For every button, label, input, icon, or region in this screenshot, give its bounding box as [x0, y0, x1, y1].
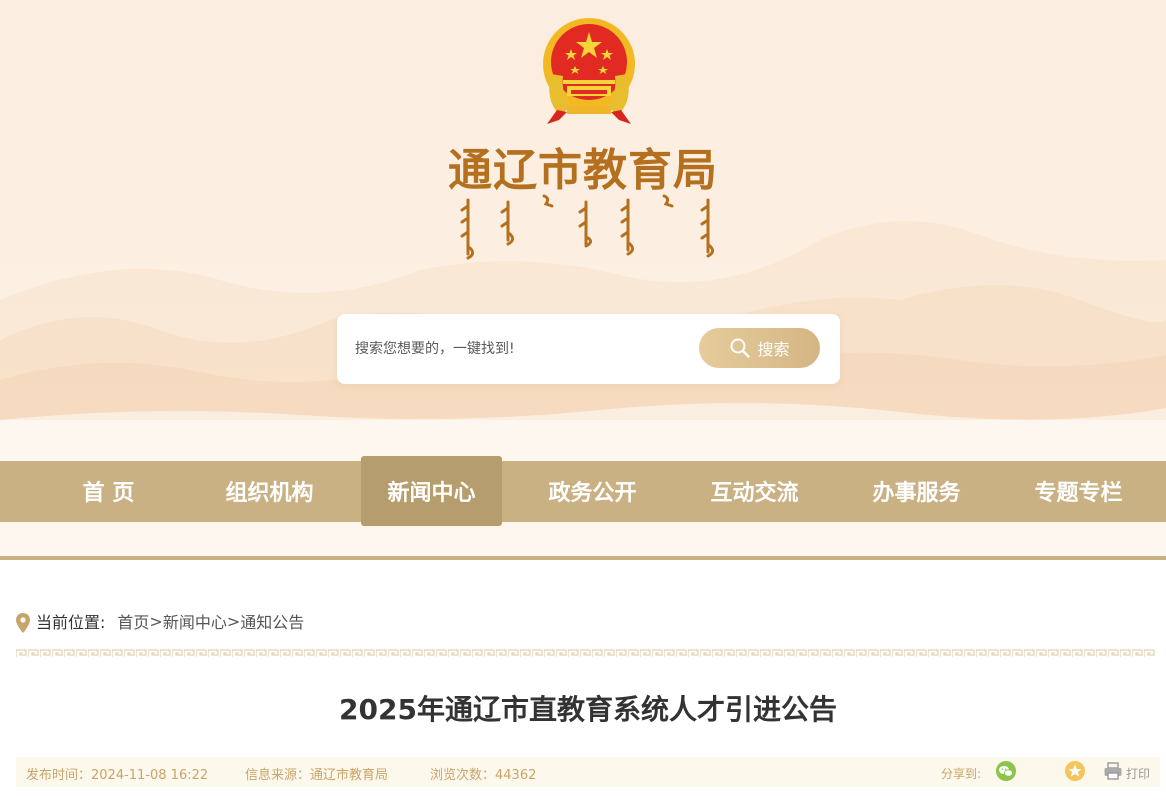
mongolian-script-title — [460, 194, 715, 260]
nav-item-label: 专题专栏 — [1034, 481, 1123, 506]
main-nav: 首 页 组织机构 新闻中心 政务公开 互动交流 办事服务 专题专栏 — [0, 456, 1166, 526]
nav-item-services[interactable]: 办事服务 — [846, 456, 987, 526]
nav-item-label: 互动交流 — [710, 481, 799, 506]
nav-item-label: 组织机构 — [225, 481, 314, 506]
info-source: 信息来源：通辽市教育局 — [245, 768, 389, 783]
nav-item-label: 新闻中心 — [387, 481, 476, 506]
breadcrumb-link-notices[interactable]: 通知公告 — [240, 609, 304, 633]
breadcrumb: 当前位置: 首页 > 新闻中心 > 通知公告 — [16, 608, 304, 634]
location-pin-icon — [16, 613, 30, 633]
search-input[interactable] — [355, 333, 685, 365]
share-label: 分享到: — [941, 767, 982, 781]
breadcrumb-separator: > — [149, 611, 163, 631]
article-meta-bar: 发布时间：2024-11-08 16:22 信息来源：通辽市教育局 浏览次数：4… — [16, 757, 1160, 787]
article-title: 2025年通辽市直教育系统人才引进公告 — [339, 693, 837, 726]
nav-divider — [0, 556, 1166, 560]
breadcrumb-link-home[interactable]: 首页 — [117, 609, 149, 633]
nav-item-news-center[interactable]: 新闻中心 — [361, 456, 502, 526]
breadcrumb-label: 当前位置: — [36, 613, 106, 632]
site-title: 通辽市教育局 — [448, 145, 718, 196]
nav-item-interaction[interactable]: 互动交流 — [684, 456, 825, 526]
publish-time: 发布时间：2024-11-08 16:22 — [26, 768, 209, 783]
print-label[interactable]: 打印 — [1126, 765, 1150, 782]
nav-item-home[interactable]: 首 页 — [38, 456, 179, 526]
nav-item-label: 政务公开 — [548, 481, 637, 506]
breadcrumb-link-news-center[interactable]: 新闻中心 — [163, 609, 227, 633]
nav-item-special-topics[interactable]: 专题专栏 — [1008, 456, 1149, 526]
national-emblem-logo — [543, 18, 635, 124]
wechat-share-icon[interactable] — [995, 760, 1017, 782]
search-button-label: 搜索 — [757, 340, 790, 359]
view-count: 浏览次数：44362 — [430, 768, 537, 783]
nav-item-government-affairs[interactable]: 政务公开 — [522, 456, 663, 526]
nav-item-label: 首 页 — [82, 481, 135, 506]
breadcrumb-separator: > — [226, 611, 241, 631]
print-icon[interactable] — [1102, 760, 1124, 782]
search-button[interactable]: 搜索 — [699, 328, 820, 368]
search-icon — [730, 338, 751, 358]
nav-item-label: 办事服务 — [872, 481, 961, 506]
nav-item-organization[interactable]: 组织机构 — [199, 456, 340, 526]
search-box: 搜索 — [337, 314, 840, 384]
decorative-fret-border — [16, 649, 1155, 658]
favorite-star-icon[interactable] — [1064, 760, 1086, 782]
